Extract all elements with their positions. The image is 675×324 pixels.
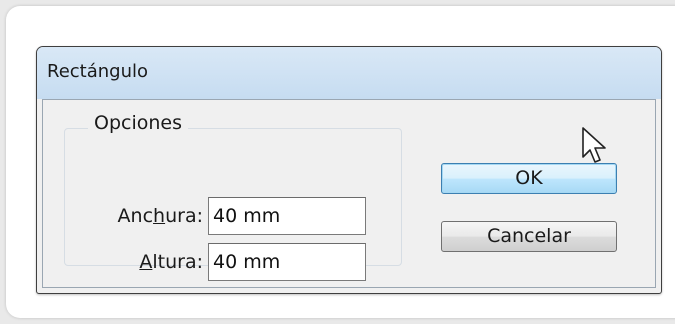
cancel-button[interactable]: Cancelar bbox=[441, 221, 617, 252]
width-label: Anchura: bbox=[117, 205, 203, 227]
dialog-title: Rectángulo bbox=[47, 61, 149, 82]
rectangle-dialog: Rectángulo Opciones Anchura: Altura: OK … bbox=[36, 46, 662, 294]
mouse-pointer-icon bbox=[582, 127, 606, 163]
width-input[interactable] bbox=[208, 197, 366, 235]
height-input[interactable] bbox=[208, 243, 366, 281]
dialog-titlebar[interactable]: Rectángulo bbox=[37, 47, 661, 99]
ok-button[interactable]: OK bbox=[441, 163, 617, 194]
dialog-body: Opciones Anchura: Altura: OK Cancelar bbox=[42, 99, 656, 288]
options-group-label: Opciones bbox=[88, 112, 188, 134]
height-label: Altura: bbox=[139, 251, 203, 273]
